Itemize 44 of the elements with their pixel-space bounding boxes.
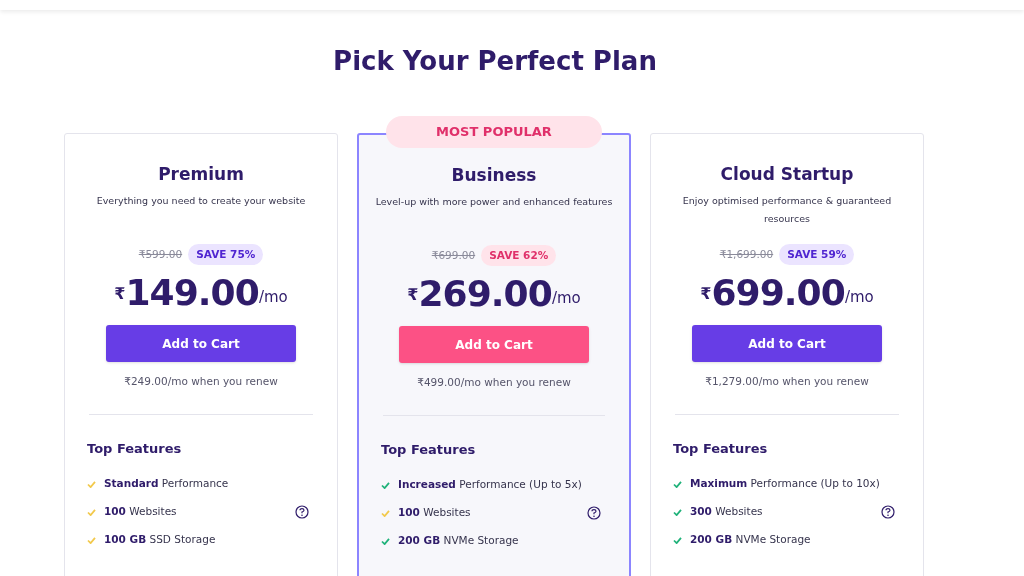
currency-symbol: ₹: [700, 284, 712, 304]
help-icon[interactable]: [587, 506, 601, 520]
feature-text: 100 Websites: [398, 505, 472, 521]
plan-price: 149.00: [125, 271, 259, 316]
save-badge: SAVE 62%: [481, 244, 557, 267]
currency-symbol: ₹: [407, 285, 419, 305]
features-heading: Top Features: [381, 441, 477, 459]
feature-text: 200 GB NVMe Storage: [398, 533, 520, 549]
currency-symbol: ₹: [114, 284, 126, 304]
help-icon[interactable]: [881, 505, 895, 519]
feature-text: 100 GB SSD Storage: [104, 532, 217, 548]
plan-price: 699.00: [711, 271, 845, 316]
plan-name: Cloud Startup: [719, 163, 855, 186]
price-unit: /mo: [258, 287, 288, 308]
renewal-price: ₹1,279.00/mo when you renew: [704, 374, 870, 390]
price-unit: /mo: [551, 288, 581, 309]
old-price: ₹1,699.00: [719, 246, 774, 262]
add-to-cart-button[interactable]: Add to Cart: [692, 325, 882, 363]
old-price: ₹699.00: [431, 247, 476, 263]
feature-text: Standard Performance: [104, 476, 230, 492]
feature-text: Maximum Performance (Up to 10x): [690, 476, 881, 492]
features-heading: Top Features: [673, 440, 769, 458]
page-title: Pick Your Perfect Plan: [332, 45, 658, 78]
plan-price: 269.00: [418, 272, 552, 317]
feature-text: 300 Websites: [690, 504, 764, 520]
old-price: ₹599.00: [138, 246, 183, 262]
feature-text: 100 Websites: [104, 504, 178, 520]
add-to-cart-button[interactable]: Add to Cart: [399, 326, 589, 364]
help-icon[interactable]: [295, 505, 309, 519]
renewal-price: ₹249.00/mo when you renew: [123, 374, 279, 390]
save-badge: SAVE 59%: [779, 243, 855, 266]
price-unit: /mo: [844, 287, 874, 308]
save-badge: SAVE 75%: [188, 243, 264, 266]
feature-text: Increased Performance (Up to 5x): [398, 477, 583, 493]
plan-description: Everything you need to create your website: [95, 193, 307, 208]
plan-name: Business: [450, 164, 538, 187]
renewal-price: ₹499.00/mo when you renew: [416, 375, 572, 391]
plan-description: Enjoy optimised performance & guaranteed resources: [681, 193, 893, 226]
features-heading: Top Features: [87, 440, 183, 458]
add-to-cart-button[interactable]: Add to Cart: [106, 325, 296, 363]
feature-text: 200 GB NVMe Storage: [690, 532, 812, 548]
plan-name: Premium: [157, 163, 245, 186]
plan-description: Level-up with more power and enhanced features: [375, 194, 613, 209]
popular-badge: MOST POPULAR: [386, 116, 602, 148]
